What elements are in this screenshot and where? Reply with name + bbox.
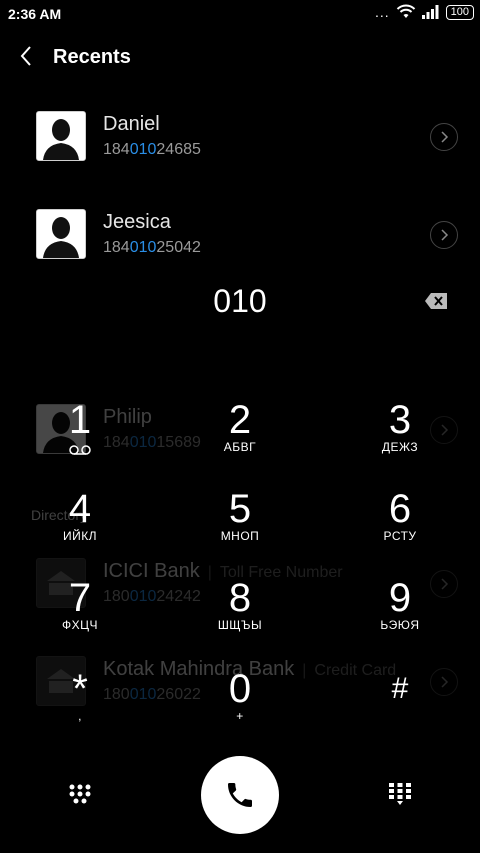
key-letters: РСТУ <box>383 529 417 543</box>
key-digit: 1 <box>68 398 92 442</box>
status-icons: ... 100 <box>375 4 474 20</box>
backspace-icon <box>425 293 447 309</box>
key-letters: ЬЭЮЯ <box>380 618 420 632</box>
chevron-right-icon <box>441 229 449 241</box>
contact-number: 18401024685 <box>103 141 201 158</box>
key-0[interactable]: 0 + <box>180 667 300 747</box>
key-digit: 5 <box>228 487 252 531</box>
key-letters: АБВГ <box>223 440 257 454</box>
key-6[interactable]: 6 РСТУ <box>340 487 460 567</box>
contact-row-daniel[interactable]: Daniel 18401024685 <box>0 111 480 181</box>
key-7[interactable]: 7 ФХЦЧ <box>20 576 140 656</box>
status-bar: 2:36 AM ... 100 <box>0 0 480 28</box>
key-letters: ИЙКЛ <box>62 529 98 543</box>
voicemail-icon <box>69 445 91 455</box>
contact-row-jeesica[interactable]: Jeesica 18401025042 <box>0 209 480 279</box>
dialed-number: 010 <box>213 283 267 319</box>
call-button[interactable] <box>201 756 279 834</box>
key-4[interactable]: 4 ИЙКЛ <box>20 487 140 567</box>
key-5[interactable]: 5 МНОП <box>180 487 300 567</box>
key-2[interactable]: 2 АБВГ <box>180 398 300 478</box>
key-9[interactable]: 9 ЬЭЮЯ <box>340 576 460 656</box>
contact-name: Daniel <box>103 113 160 135</box>
key-star[interactable]: * , <box>20 667 140 747</box>
key-digit: 9 <box>388 576 412 620</box>
page-title: Recents <box>53 46 131 68</box>
person-silhouette-icon <box>37 112 85 160</box>
wifi-icon <box>396 4 415 18</box>
phone-icon <box>228 783 252 807</box>
key-letters: , <box>78 709 82 723</box>
more-notifications-icon: ... <box>374 4 390 20</box>
key-digit: 6 <box>388 487 412 531</box>
contact-name: Jeesica <box>103 211 171 233</box>
backspace-button[interactable] <box>424 292 448 310</box>
key-digit: 0 <box>228 667 252 711</box>
key-letters: ФХЦЧ <box>61 618 98 632</box>
header: Recents <box>0 36 480 80</box>
signal-icon <box>421 5 439 19</box>
key-digit: 7 <box>68 576 92 620</box>
status-time: 2:36 AM <box>8 6 62 22</box>
avatar <box>36 209 86 259</box>
key-digit: 4 <box>68 487 92 531</box>
key-letters: ШЩЪЫ <box>217 618 263 632</box>
keypad-grid-icon <box>389 783 411 805</box>
key-8[interactable]: 8 ШЩЪЫ <box>180 576 300 656</box>
key-1[interactable]: 1 <box>20 398 140 478</box>
key-digit: * <box>72 667 88 711</box>
key-digit: 2 <box>228 398 252 442</box>
keypad-hide-button[interactable] <box>380 774 420 814</box>
chevron-right-icon <box>441 131 449 143</box>
back-arrow-icon <box>20 46 31 66</box>
person-silhouette-icon <box>37 210 85 258</box>
key-3[interactable]: 3 ДЕЖЗ <box>340 398 460 478</box>
back-button[interactable] <box>16 44 40 68</box>
key-letters: ДЕЖЗ <box>381 440 419 454</box>
battery-icon: 100 <box>445 4 474 20</box>
key-digit: # <box>391 672 409 705</box>
details-button[interactable] <box>430 221 458 249</box>
key-letters: МНОП <box>220 529 260 543</box>
avatar <box>36 111 86 161</box>
key-digit: 8 <box>228 576 252 620</box>
dialpad-toggle-button[interactable] <box>60 774 100 814</box>
key-hash[interactable]: # <box>340 667 460 747</box>
key-letters: + <box>236 709 244 723</box>
key-digit: 3 <box>388 398 412 442</box>
dialpad-small-icon <box>69 784 91 804</box>
details-button[interactable] <box>430 123 458 151</box>
contact-number: 18401025042 <box>103 239 201 256</box>
